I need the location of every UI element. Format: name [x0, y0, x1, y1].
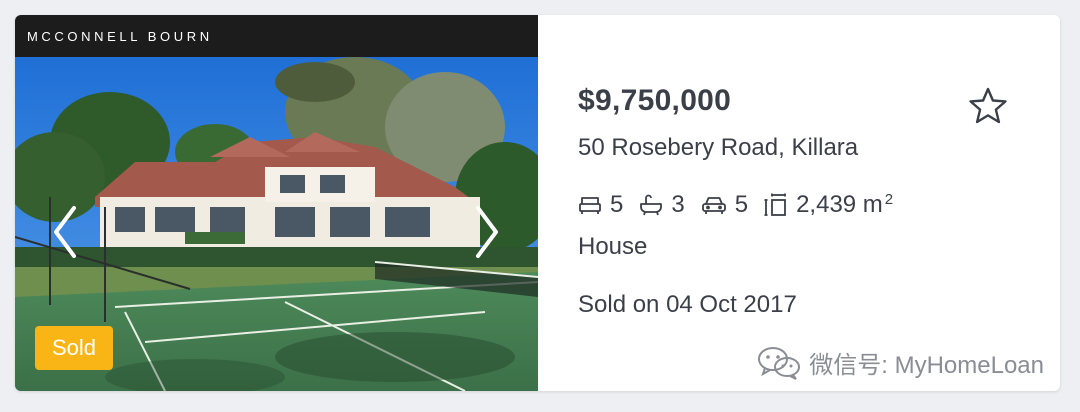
sold-badge: Sold [35, 326, 113, 370]
land-size-unit-superscript: 2 [884, 190, 894, 208]
bedrooms-feature: 5 [578, 191, 623, 219]
listing-details: $9,750,000 50 Rosebery Road, Killara 5 3… [538, 15, 1060, 391]
listing-address: 50 Rosebery Road, Killara [578, 134, 859, 161]
listing-price: $9,750,000 [578, 84, 732, 117]
agency-branding-bar: MCCONNELL BOURN [15, 15, 538, 57]
photo-carousel[interactable]: MCCONNELL BOURN Sold [15, 15, 538, 391]
star-outline-icon [969, 87, 1007, 124]
parking-count: 5 [734, 191, 749, 218]
land-size-icon [764, 193, 786, 216]
next-photo-button[interactable] [467, 197, 507, 267]
bathrooms-feature: 3 [639, 191, 685, 219]
agency-logo: MCCONNELL BOURN [27, 28, 213, 44]
favourite-button[interactable] [968, 86, 1008, 126]
property-features: 5 3 5 2,439 m 2 [578, 191, 909, 219]
land-size-feature: 2,439 m2 [764, 191, 893, 219]
wechat-id-text: 微信号: MyHomeLoan [809, 352, 1044, 379]
bedrooms-count: 5 [610, 191, 624, 218]
chevron-left-icon [54, 206, 76, 258]
sold-date: Sold on 04 Oct 2017 [578, 291, 797, 318]
parking-feature: 5 [701, 191, 748, 219]
bathrooms-count: 3 [671, 191, 685, 218]
wechat-icon [758, 346, 801, 380]
property-type: House [578, 233, 648, 260]
land-size-value: 2,439 m [796, 191, 883, 218]
listing-card[interactable]: MCCONNELL BOURN Sold $9,750,000 50 Roseb… [15, 15, 1060, 391]
previous-photo-button[interactable] [45, 197, 85, 267]
bath-icon [640, 194, 663, 216]
wechat-watermark: 微信号: MyHomeLoan [757, 345, 1044, 380]
bed-icon [579, 197, 601, 214]
chevron-right-icon [476, 206, 498, 258]
car-icon [701, 197, 726, 214]
